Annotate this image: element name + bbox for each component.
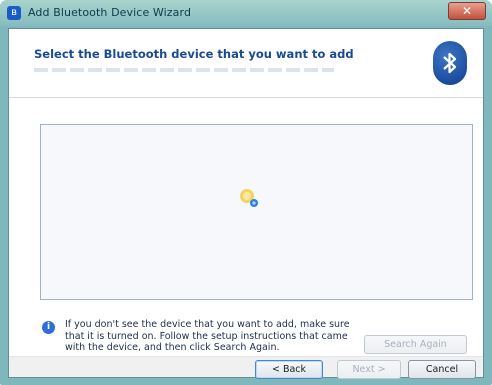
wizard-header: Select the Bluetooth device that you wan… [9, 29, 483, 97]
bluetooth-logo-icon [433, 41, 467, 85]
back-button[interactable]: < Back [255, 360, 323, 379]
info-message: If you don't see the device that you wan… [65, 319, 350, 353]
search-again-button[interactable]: Search Again [364, 335, 467, 354]
next-button[interactable]: Next > [337, 360, 401, 379]
header-subtitle-placeholder [34, 68, 334, 72]
page-title: Select the Bluetooth device that you wan… [34, 47, 354, 61]
cancel-button[interactable]: Cancel [408, 360, 476, 379]
window-title: Add Bluetooth Device Wizard [28, 6, 192, 19]
header-divider [9, 97, 483, 98]
info-icon: i [42, 321, 55, 334]
close-button[interactable]: ✕ [448, 2, 486, 20]
bluetooth-icon: ʙ [7, 6, 21, 20]
device-list[interactable] [40, 124, 473, 300]
title-bar[interactable]: ʙ Add Bluetooth Device Wizard ✕ [0, 0, 492, 26]
wizard-client-area: Select the Bluetooth device that you wan… [8, 28, 484, 379]
wizard-window: ʙ Add Bluetooth Device Wizard ✕ Select t… [0, 0, 492, 385]
searching-animation-icon [237, 183, 263, 217]
